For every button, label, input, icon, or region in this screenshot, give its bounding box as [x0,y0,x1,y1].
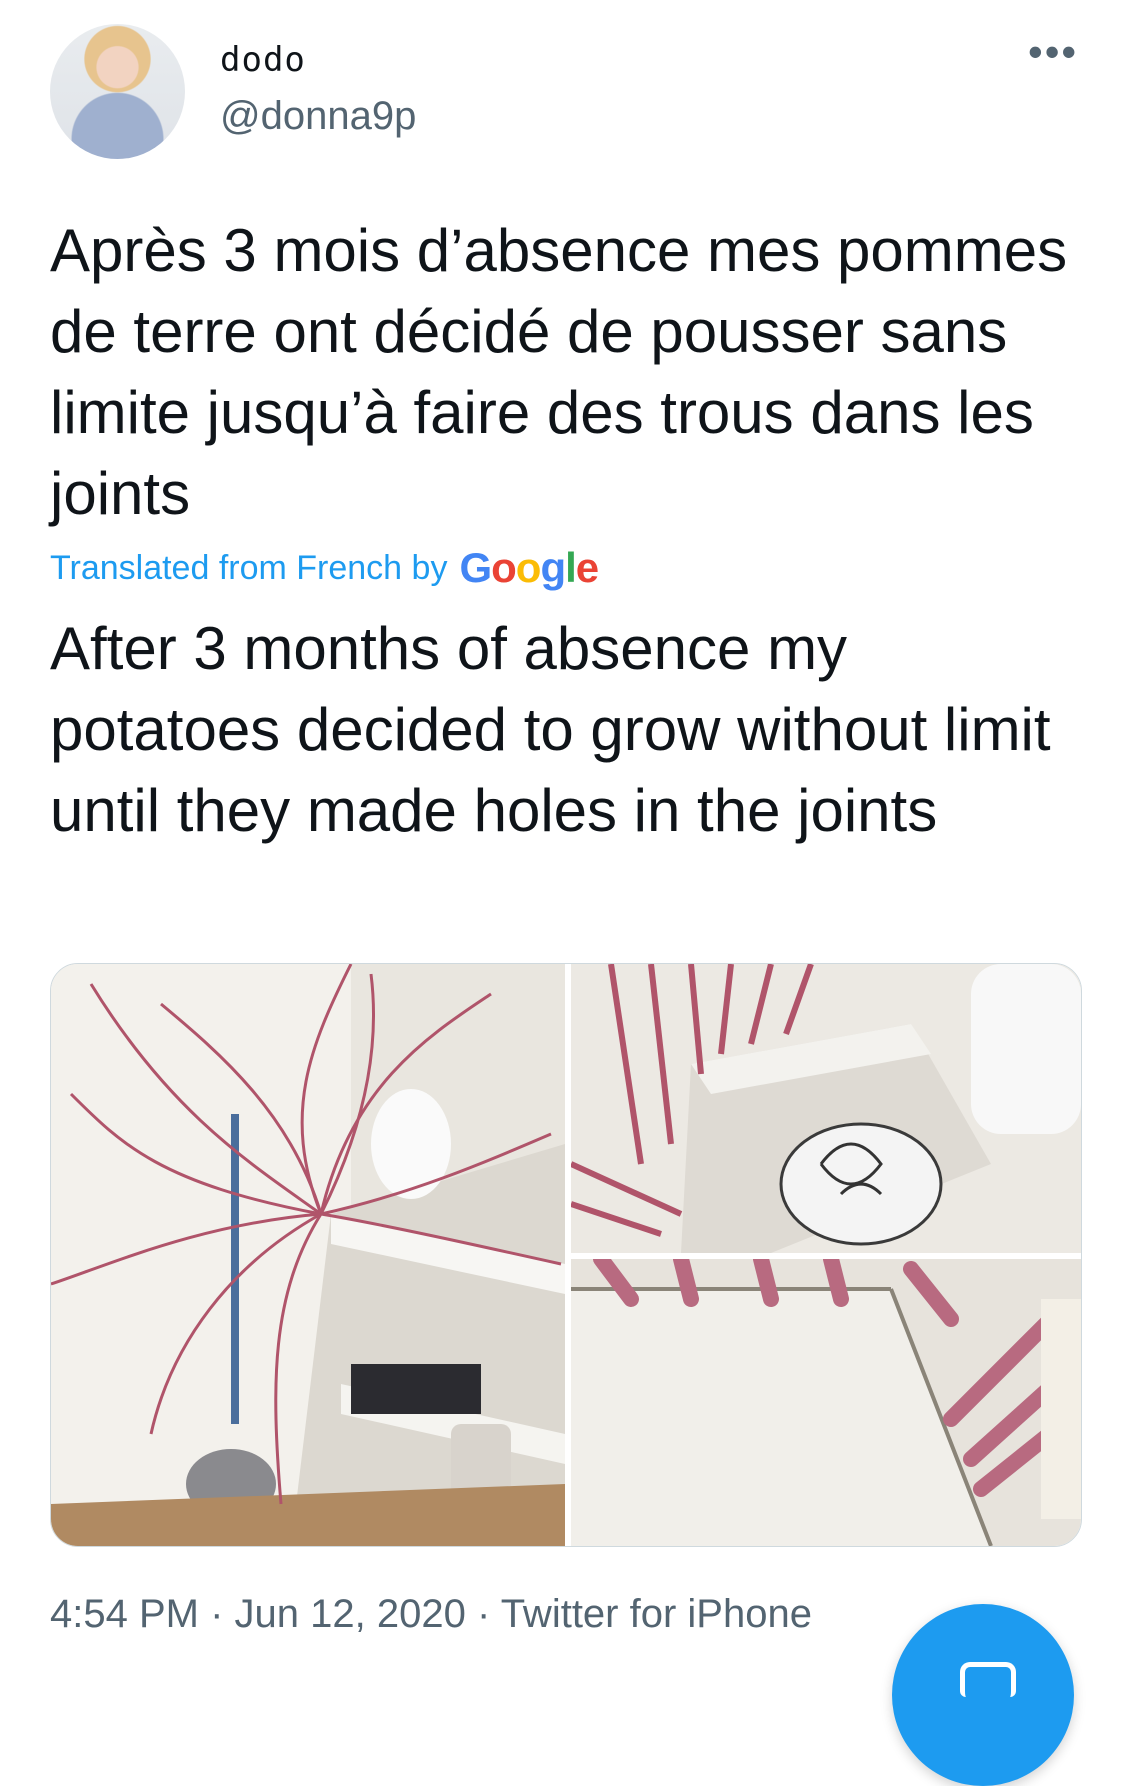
tweet-source[interactable]: Twitter for iPhone [501,1592,812,1636]
media-grid [50,963,1082,1547]
tweet-date[interactable]: Jun 12, 2020 [235,1592,466,1636]
compose-icon [960,1662,1016,1697]
tweet-meta: 4:54 PM · Jun 12, 2020 · Twitter for iPh… [50,1592,812,1637]
photo-holes-in-joints[interactable] [571,1259,1081,1546]
tweet-header: dodo @donna9p ••• [0,0,1125,170]
display-name[interactable]: dodo [220,40,306,80]
translation-label: Translated from French by [50,548,448,587]
google-logo: Google [459,544,599,591]
photo-potato-sprouts-shelf[interactable] [51,964,565,1546]
user-handle[interactable]: @donna9p [220,94,416,139]
compose-button[interactable] [892,1604,1074,1786]
more-horizontal-icon[interactable]: ••• [1028,31,1078,76]
tweet-text: Après 3 mois d’absence mes pommes de ter… [50,217,1068,527]
avatar[interactable] [50,24,185,159]
meta-separator: · [476,1592,491,1636]
translated-tweet-text: After 3 months of absence my potatoes de… [50,615,1051,844]
photo-sprouts-closeup[interactable] [571,964,1081,1253]
translation-attribution: Translated from French by Google [50,543,599,593]
meta-separator: · [210,1592,224,1636]
tweet-time[interactable]: 4:54 PM [50,1592,199,1636]
